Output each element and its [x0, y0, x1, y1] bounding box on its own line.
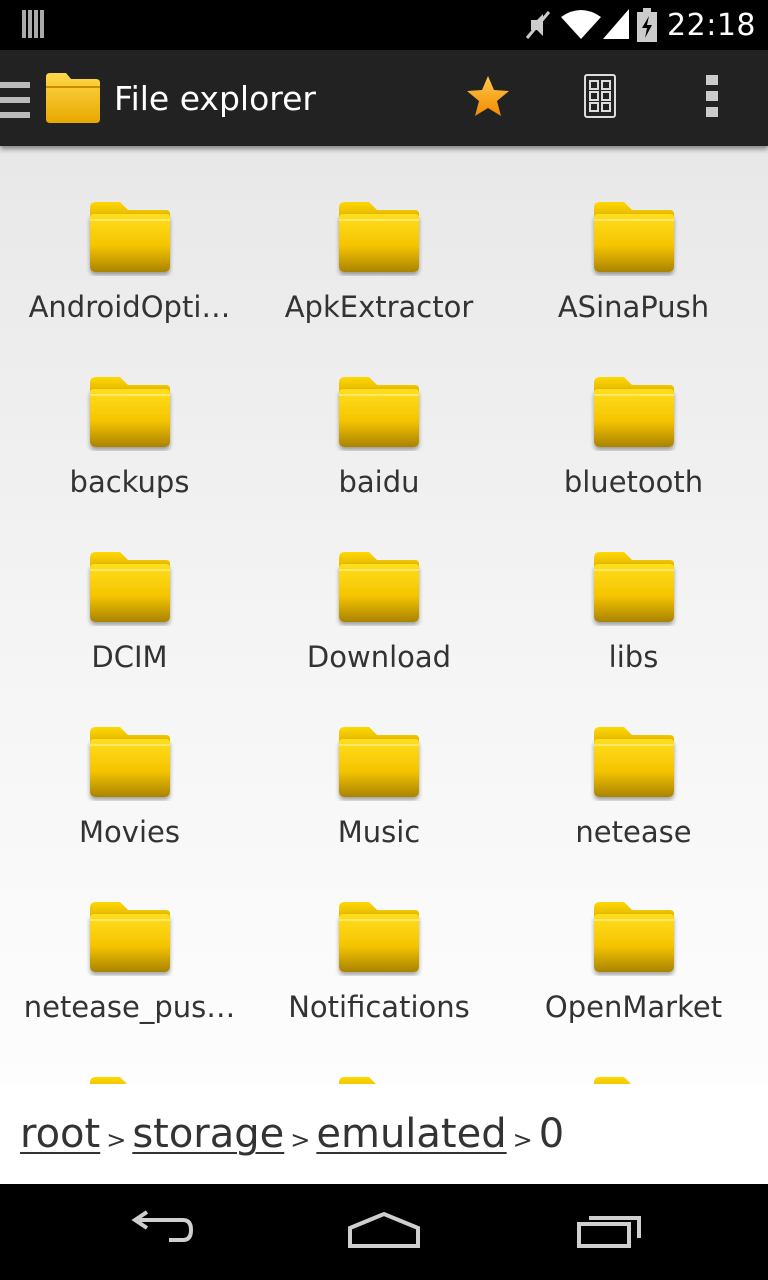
folder-item[interactable]	[499, 1073, 768, 1084]
status-icons: 22:18	[523, 0, 756, 50]
folder-label: backups	[69, 465, 190, 499]
folder-item[interactable]	[259, 1073, 499, 1084]
folder-icon	[339, 902, 419, 972]
breadcrumb-separator: >	[290, 1126, 311, 1154]
mute-icon	[523, 8, 553, 42]
folder-item[interactable]: libs	[499, 548, 768, 723]
drawer-icon[interactable]	[0, 78, 30, 126]
folder-label: ASinaPush	[557, 290, 710, 324]
action-bar: File explorer	[0, 50, 768, 146]
folder-label: Notifications	[288, 990, 470, 1024]
folder-icon	[339, 202, 419, 272]
home-icon	[346, 1210, 422, 1254]
folder-label: Music	[337, 815, 421, 849]
notification-icon	[22, 10, 48, 42]
folder-label: baidu	[338, 465, 420, 499]
folder-label: Download	[306, 640, 452, 674]
folder-item[interactable]: AndroidOpti…	[0, 198, 259, 373]
folder-item[interactable]: ApkExtractor	[259, 198, 499, 373]
status-bar: 22:18	[0, 0, 768, 50]
folder-grid: AndroidOpti… ApkExtractor ASinaPush backups…	[0, 198, 768, 1084]
folder-icon	[593, 377, 674, 447]
folder-label: Movies	[79, 815, 180, 849]
folder-item[interactable]: ASinaPush	[499, 198, 768, 373]
folder-icon[interactable]	[44, 71, 102, 129]
folder-item[interactable]: netease_pus…	[0, 898, 259, 1073]
folder-label: ApkExtractor	[284, 290, 474, 324]
folder-label: bluetooth	[563, 465, 704, 499]
breadcrumb-separator: >	[512, 1126, 533, 1154]
folder-item[interactable]: DCIM	[0, 548, 259, 723]
back-button[interactable]	[90, 1184, 230, 1280]
folder-icon	[339, 1077, 376, 1084]
app-title: File explorer	[114, 79, 316, 118]
folder-icon	[89, 552, 170, 622]
overflow-menu-button[interactable]	[667, 50, 757, 146]
folder-item[interactable]: netease	[499, 723, 768, 898]
status-time: 22:18	[667, 7, 756, 43]
breadcrumb-emulated[interactable]: emulated	[316, 1111, 506, 1157]
folder-item[interactable]: Download	[259, 548, 499, 723]
folder-icon	[89, 727, 170, 797]
battery-charging-icon	[637, 8, 658, 42]
wifi-icon	[561, 9, 602, 41]
breadcrumb: root > storage > emulated > 0	[0, 1084, 768, 1184]
folder-icon	[593, 902, 674, 972]
star-icon	[465, 74, 511, 122]
overflow-menu-icon	[706, 75, 718, 121]
folder-icon	[89, 1077, 127, 1084]
folder-item[interactable]: Movies	[0, 723, 259, 898]
folder-icon	[339, 377, 419, 447]
file-grid-area[interactable]: AndroidOpti… ApkExtractor ASinaPush backups…	[0, 146, 768, 1084]
folder-label: OpenMarket	[544, 990, 723, 1024]
folder-icon	[593, 552, 674, 622]
folder-item[interactable]: OpenMarket	[499, 898, 768, 1073]
folder-item[interactable]	[0, 1073, 259, 1084]
folder-icon	[339, 727, 419, 797]
screen: 22:18 File explorer AndroidOpti… ApkExtr…	[0, 0, 768, 1280]
folder-icon	[89, 202, 170, 272]
home-button[interactable]	[314, 1184, 454, 1280]
folder-label: netease_pus…	[23, 990, 236, 1024]
recent-apps-button[interactable]	[540, 1184, 680, 1280]
grid-view-button[interactable]	[555, 50, 645, 146]
favorites-button[interactable]	[443, 50, 533, 146]
back-icon	[125, 1210, 195, 1254]
folder-item[interactable]: backups	[0, 373, 259, 548]
folder-item[interactable]: Notifications	[259, 898, 499, 1073]
folder-item[interactable]: Music	[259, 723, 499, 898]
folder-icon	[593, 1077, 631, 1084]
folder-label: DCIM	[91, 640, 168, 674]
folder-label: netease	[575, 815, 692, 849]
navigation-bar	[0, 1184, 768, 1280]
breadcrumb-current: 0	[538, 1111, 565, 1157]
folder-label: AndroidOpti…	[28, 290, 231, 324]
folder-icon	[339, 552, 419, 622]
breadcrumb-separator: >	[106, 1126, 127, 1154]
folder-item[interactable]: baidu	[259, 373, 499, 548]
folder-icon	[593, 202, 674, 272]
signal-icon	[603, 9, 630, 41]
breadcrumb-root[interactable]: root	[20, 1111, 100, 1157]
folder-icon	[89, 902, 170, 972]
folder-icon	[593, 727, 674, 797]
recent-apps-icon	[575, 1210, 645, 1254]
grid-view-icon	[584, 74, 616, 122]
folder-item[interactable]: bluetooth	[499, 373, 768, 548]
breadcrumb-storage[interactable]: storage	[132, 1111, 284, 1157]
folder-label: libs	[608, 640, 659, 674]
folder-icon	[89, 377, 170, 447]
